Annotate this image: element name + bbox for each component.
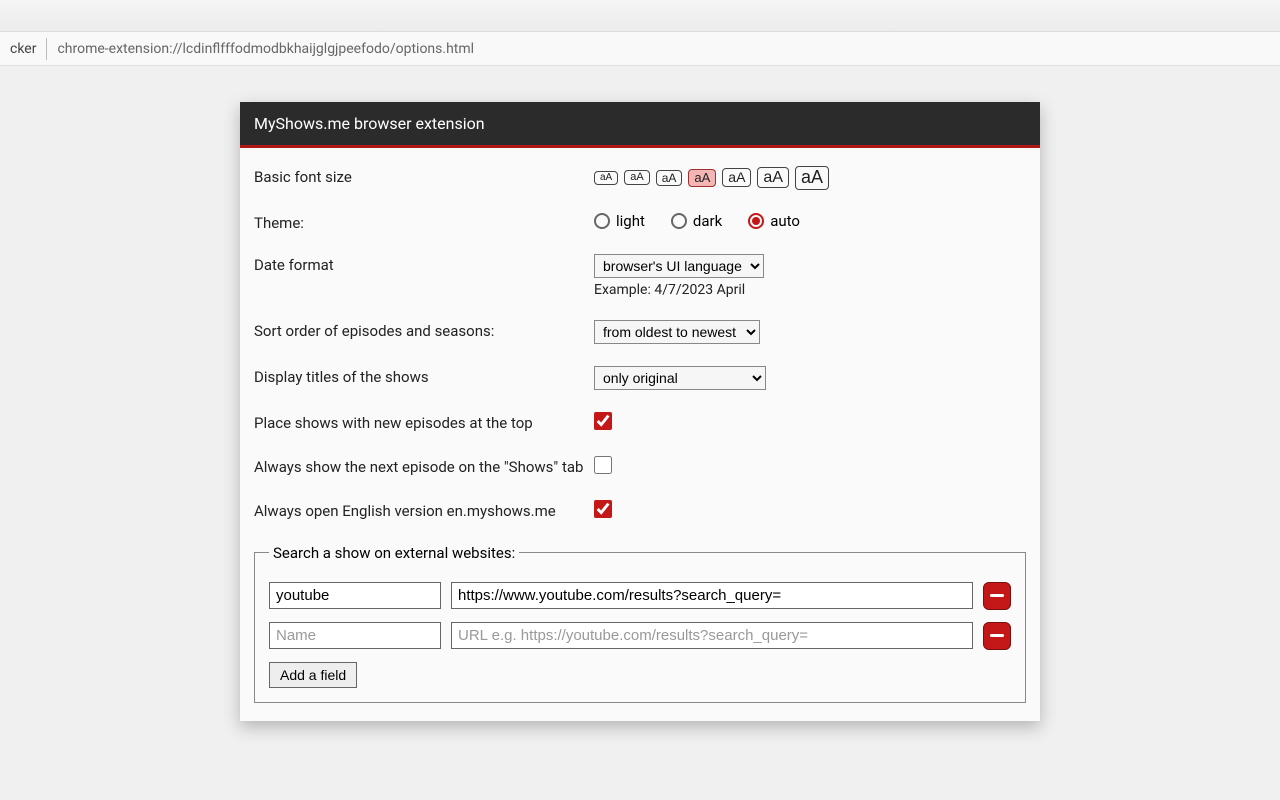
remove-row-button[interactable] [983, 582, 1011, 610]
theme-light-label: light [616, 212, 645, 230]
date-format-label: Date format [254, 254, 594, 274]
font-size-group: aA aA aA aA aA aA aA [594, 166, 1026, 190]
theme-radios: light dark auto [594, 212, 1026, 230]
sort-order-select[interactable]: from oldest to newest [594, 320, 760, 344]
theme-dark-label: dark [693, 212, 722, 230]
always-next-label: Always show the next episode on the "Sho… [254, 456, 594, 476]
font-size-option-4[interactable]: aA [722, 168, 751, 187]
theme-dark-radio[interactable]: dark [671, 212, 722, 230]
external-row [269, 582, 1011, 610]
date-format-example: Example: 4/7/2023 April [594, 282, 1026, 298]
external-name-input[interactable] [269, 582, 441, 609]
place-top-label: Place shows with new episodes at the top [254, 412, 594, 432]
external-url-input[interactable] [451, 582, 973, 609]
minus-icon [990, 594, 1004, 597]
panel-title: MyShows.me browser extension [240, 102, 1040, 148]
external-url-input[interactable] [451, 622, 973, 649]
browser-chrome-top [0, 0, 1280, 32]
url-text: chrome-extension://lcdinflfffodmodbkhaij… [47, 41, 484, 57]
tab-title-fragment: cker [0, 38, 47, 60]
font-size-option-1[interactable]: aA [624, 170, 649, 185]
remove-row-button[interactable] [983, 622, 1011, 650]
external-search-fieldset: Search a show on external websites: Add … [254, 544, 1026, 703]
theme-light-radio[interactable]: light [594, 212, 645, 230]
font-size-option-6[interactable]: aA [795, 166, 829, 190]
radio-icon [594, 213, 610, 229]
font-size-option-5[interactable]: aA [757, 167, 789, 188]
sort-order-label: Sort order of episodes and seasons: [254, 320, 594, 340]
font-size-label: Basic font size [254, 166, 594, 186]
font-size-option-0[interactable]: aA [594, 171, 618, 185]
address-bar: cker chrome-extension://lcdinflfffodmodb… [0, 32, 1280, 66]
radio-icon [748, 213, 764, 229]
place-top-checkbox[interactable] [594, 412, 612, 430]
date-format-select[interactable]: browser's UI language [594, 254, 764, 278]
theme-auto-radio[interactable]: auto [748, 212, 800, 230]
display-titles-label: Display titles of the shows [254, 366, 594, 386]
always-next-checkbox[interactable] [594, 456, 612, 474]
add-field-button[interactable]: Add a field [269, 662, 357, 688]
radio-icon [671, 213, 687, 229]
font-size-option-2[interactable]: aA [656, 170, 683, 186]
always-en-checkbox[interactable] [594, 500, 612, 518]
external-name-input[interactable] [269, 622, 441, 649]
theme-label: Theme: [254, 212, 594, 232]
display-titles-select[interactable]: only original [594, 366, 766, 390]
minus-icon [990, 634, 1004, 637]
external-row [269, 622, 1011, 650]
external-search-legend: Search a show on external websites: [269, 544, 519, 562]
font-size-option-3[interactable]: aA [688, 169, 716, 187]
theme-auto-label: auto [770, 212, 800, 230]
always-en-label: Always open English version en.myshows.m… [254, 500, 594, 520]
options-panel: MyShows.me browser extension Basic font … [240, 102, 1040, 721]
